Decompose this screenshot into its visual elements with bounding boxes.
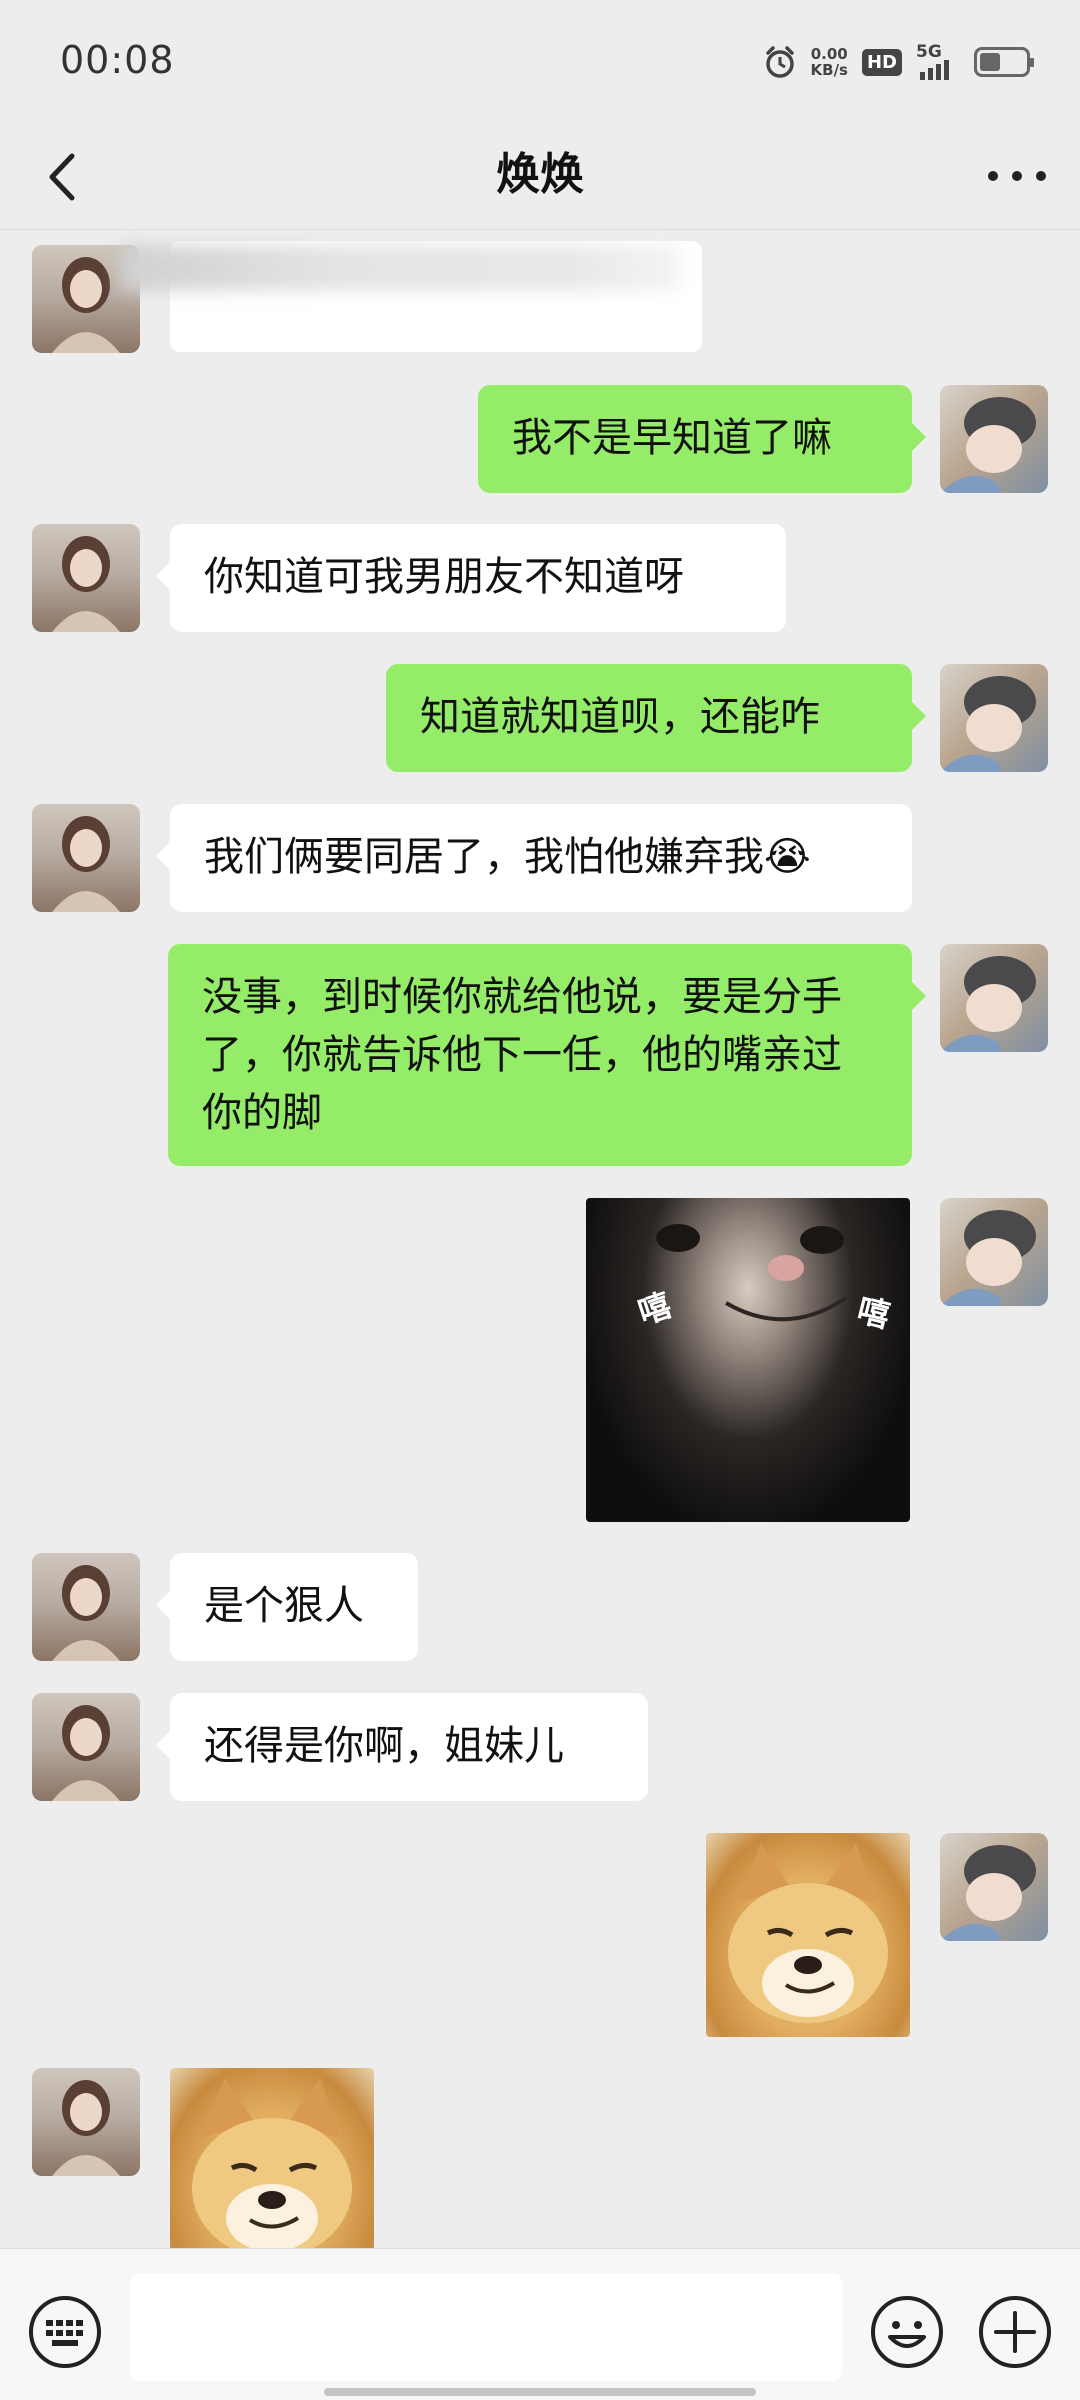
message-input[interactable] [130, 2273, 842, 2381]
message-bubble[interactable]: 我不是早知道了嘛 [478, 385, 926, 493]
home-indicator[interactable] [324, 2388, 756, 2396]
avatar-contact[interactable] [32, 1553, 140, 1661]
avatar-contact[interactable] [32, 524, 140, 632]
avatar-self[interactable] [940, 1198, 1048, 1306]
message-bubble[interactable]: 你知道可我男朋友不知道呀 [156, 524, 786, 632]
emoji-icon[interactable] [868, 2293, 946, 2371]
speed-unit: KB/s [810, 61, 848, 79]
message-bubble[interactable]: 还得是你啊，姐妹儿 [156, 1693, 648, 1801]
status-time: 00:08 [60, 38, 175, 82]
message-bubble[interactable]: 我们俩要同居了，我怕他嫌弃我😭 [156, 804, 912, 912]
input-bar [0, 2248, 1080, 2400]
message-bubble[interactable]: 知道就知道呗，还能咋 [386, 664, 926, 772]
alarm-icon [765, 46, 794, 78]
plus-icon[interactable] [976, 2293, 1054, 2371]
status-bar: 00:08 0.00 KB/s HD 5G [0, 0, 1080, 120]
avatar-contact[interactable] [32, 804, 140, 912]
message-bubble[interactable]: 是个狠人 [156, 1553, 418, 1661]
avatar-contact[interactable] [32, 1693, 140, 1801]
chat-title: 焕焕 [496, 149, 584, 200]
speed-value: 0.00 [810, 45, 848, 63]
hd-badge: HD [861, 48, 902, 76]
keyboard-icon[interactable] [26, 2293, 104, 2371]
doge-sticker[interactable] [706, 1833, 910, 2037]
message-bubble-blurred[interactable] [120, 241, 702, 352]
avatar-contact[interactable] [32, 2068, 140, 2176]
avatar-self[interactable] [940, 944, 1048, 1052]
status-icons: 0.00 KB/s HD 5G [763, 40, 1034, 84]
nav-bar: 焕焕 [0, 120, 1080, 230]
message-bubble[interactable]: 没事，到时候你就给他说，要是分手了，你就告诉他下一任，他的嘴亲过你的脚 [168, 944, 926, 1166]
battery-icon [974, 47, 1034, 77]
signal-icon: 5G [916, 42, 960, 80]
network-type: 5G [916, 42, 942, 62]
doge-sticker[interactable] [170, 2068, 374, 2248]
avatar-self[interactable] [940, 1833, 1048, 1941]
network-speed: 0.00 KB/s [811, 46, 848, 78]
avatar-self[interactable] [940, 664, 1048, 772]
more-dots-icon[interactable] [984, 156, 1050, 196]
chat-area[interactable]: 我不是早知道了嘛 你知道可我男朋友不知道呀 知道就知道呗，还能咋 我们俩要同居了… [0, 231, 1080, 2248]
avatar-self[interactable] [940, 385, 1048, 493]
grinning-cat-sticker[interactable]: 嘻 嘻 [586, 1198, 910, 1522]
